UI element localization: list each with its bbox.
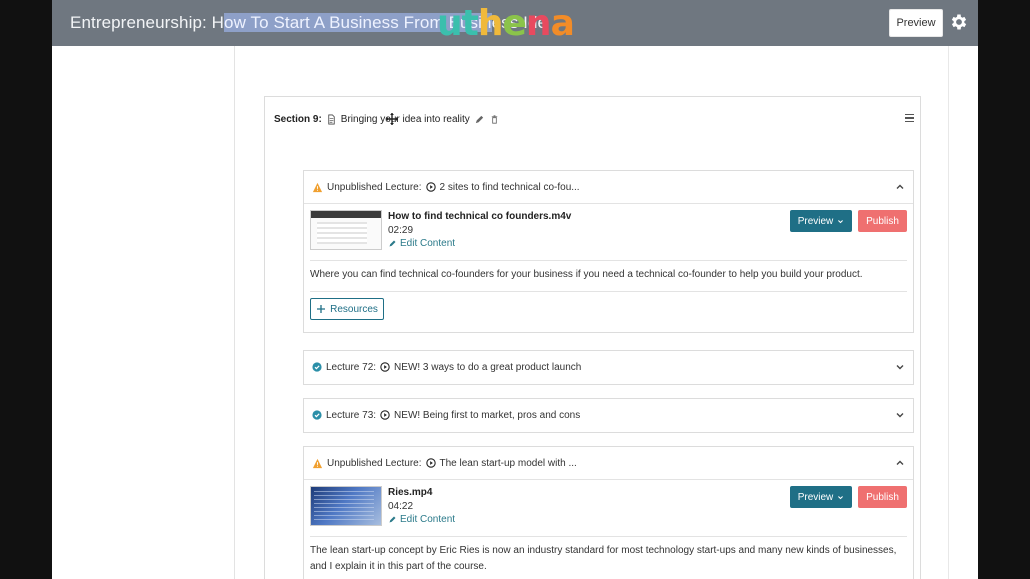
pencil-icon[interactable] [474,114,485,125]
logo-letter: a [550,3,575,44]
lecture-header[interactable]: Lecture 72: NEW! 3 ways to do a great pr… [304,351,913,384]
preview-label: Preview [797,491,834,503]
lecture-description: The lean start-up concept by Eric Ries i… [310,536,907,579]
chevron-up-icon[interactable] [895,458,905,468]
trash-icon[interactable] [489,114,500,125]
publish-button[interactable]: Publish [858,210,907,232]
lecture-title: NEW! 3 ways to do a great product launch [394,361,582,373]
publish-button[interactable]: Publish [858,486,907,508]
top-bar: Entrepreneurship: How To Start A Busines… [52,0,978,46]
pencil-icon [389,240,396,247]
media-info: Ries.mp4 04:22 Edit Content [388,487,455,525]
resources-row: Resources [310,291,907,332]
file-icon [328,114,335,125]
video-thumbnail[interactable] [310,210,382,250]
lecture-header[interactable]: Unpublished Lecture: The lean start-up m… [304,447,913,480]
right-column-divider [948,46,949,579]
move-cursor-icon [386,113,398,125]
section-9-card: Section 9: Bringing your idea into reali… [264,96,921,579]
media-info: How to find technical co founders.m4v 02… [388,211,571,249]
gear-icon[interactable] [949,12,969,32]
media-duration: 02:29 [388,225,414,236]
chevron-down-icon[interactable] [895,410,905,420]
resources-label: Resources [330,303,378,315]
lecture-item: Unpublished Lecture: 2 sites to find tec… [303,170,914,333]
plus-icon [317,305,326,313]
section-number: Section 9: [274,114,322,125]
lecture-body: Ries.mp4 04:22 Edit Content Preview Publ… [304,480,913,579]
logo-letter: u [437,3,463,44]
lecture-description: Where you can find technical co-founders… [310,260,907,291]
right-letterbox [978,0,1030,579]
lecture-status: Unpublished Lecture: [327,457,422,469]
lecture-status: Lecture 73: [326,409,377,421]
play-circle-icon [380,410,390,420]
media-filename: Ries.mp4 [388,487,433,498]
chevron-up-icon[interactable] [895,182,905,192]
left-letterbox [0,0,52,579]
lecture-body: How to find technical co founders.m4v 02… [304,204,913,332]
course-title-prefix: Entrepreneurship: H [70,13,225,32]
lecture-title: NEW! Being first to market, pros and con… [394,409,581,421]
uthena-logo: uthena [437,3,575,44]
resources-button[interactable]: Resources [310,298,384,320]
chevron-down-icon [838,219,844,223]
check-circle-icon [312,362,322,372]
lecture-item: Lecture 73: NEW! Being first to market, … [303,398,914,433]
section-title: Bringing your idea into reality [340,114,470,125]
play-circle-icon [425,182,436,192]
video-thumbnail[interactable] [310,486,382,526]
edit-content-label: Edit Content [400,238,456,249]
logo-letter: t [461,3,479,44]
lecture-header[interactable]: Lecture 73: NEW! Being first to market, … [304,399,913,432]
lecture-preview-button[interactable]: Preview [790,210,852,232]
lecture-item: Unpublished Lecture: The lean start-up m… [303,446,914,579]
media-row: Ries.mp4 04:22 Edit Content Preview Publ… [310,486,907,530]
warning-icon [312,458,323,468]
lecture-title: 2 sites to find technical co-fou... [439,181,580,193]
edit-content-link[interactable]: Edit Content [388,514,455,525]
play-circle-icon [380,362,390,372]
lecture-preview-button[interactable]: Preview [790,486,852,508]
logo-letter: n [525,3,552,44]
play-circle-icon [425,458,436,468]
lecture-title: The lean start-up model with ... [439,457,577,469]
media-duration: 04:22 [388,501,414,512]
warning-icon [312,182,323,192]
edit-content-label: Edit Content [400,514,456,525]
preview-button[interactable]: Preview [889,9,943,37]
lecture-item: Lecture 72: NEW! 3 ways to do a great pr… [303,350,914,385]
pencil-icon [389,516,396,523]
edit-content-link[interactable]: Edit Content [388,238,571,249]
lecture-status: Unpublished Lecture: [327,181,422,193]
hamburger-icon[interactable] [905,114,914,123]
chevron-down-icon[interactable] [895,362,905,372]
media-row: How to find technical co founders.m4v 02… [310,210,907,254]
lecture-header[interactable]: Unpublished Lecture: 2 sites to find tec… [304,171,913,204]
logo-letter: e [502,3,527,44]
media-filename: How to find technical co founders.m4v [388,211,572,222]
check-circle-icon [312,410,322,420]
chevron-down-icon [838,495,844,499]
page-content: Section 9: Bringing your idea into reali… [52,46,978,579]
preview-label: Preview [797,215,834,227]
left-column-divider [234,46,235,579]
logo-letter: h [477,3,504,44]
lecture-status: Lecture 72: [326,361,377,373]
